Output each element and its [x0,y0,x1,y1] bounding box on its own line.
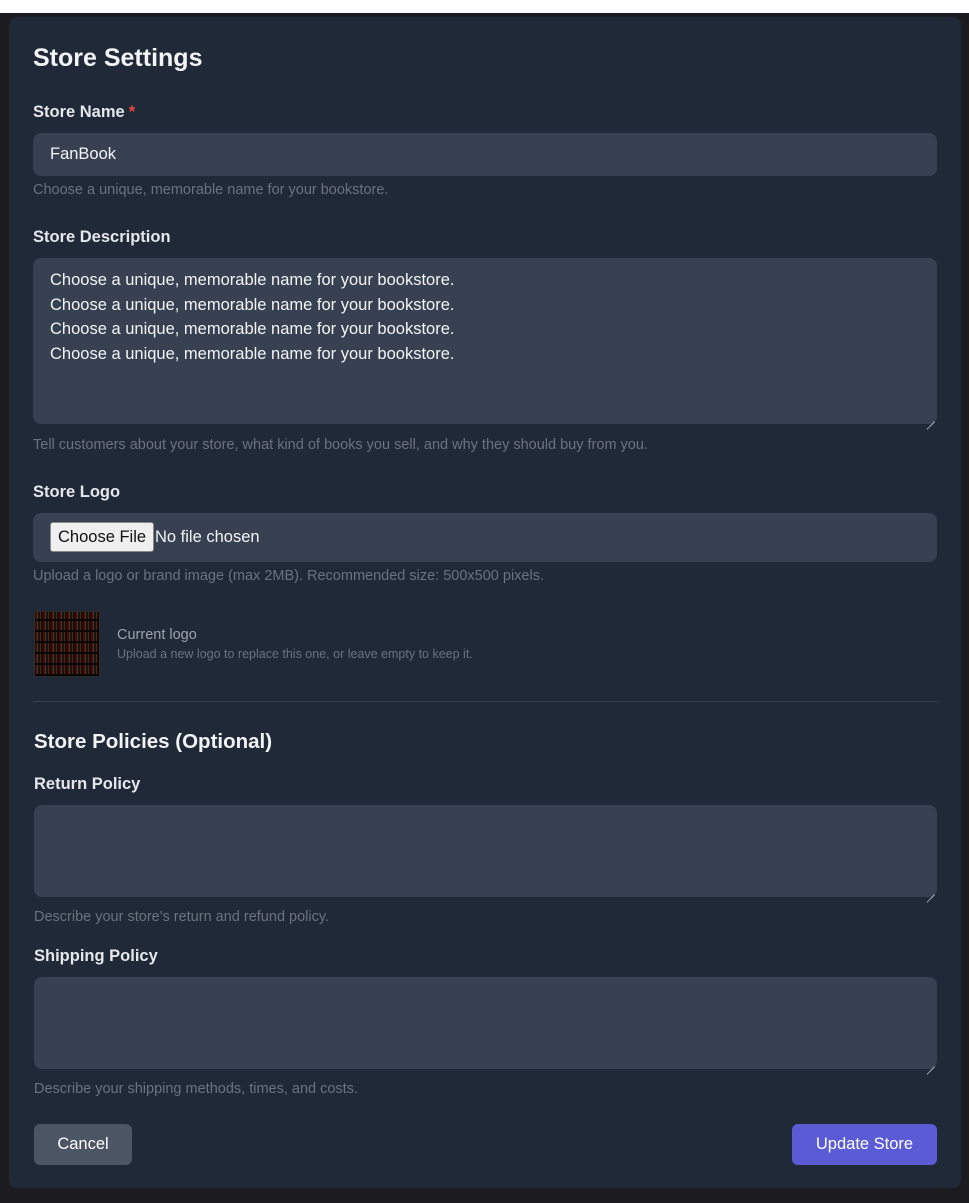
current-logo-hint: Upload a new logo to replace this one, o… [117,647,473,661]
choose-file-button[interactable]: Choose File [50,522,155,552]
current-logo-caption: Current logo [117,627,197,643]
store-name-label: Store Name * [33,103,135,122]
store-name-label-text: Store Name [33,103,125,121]
section-divider [33,701,937,702]
store-logo-help: Upload a logo or brand image (max 2MB). … [33,568,544,584]
shipping-policy-help: Describe your shipping methods, times, a… [34,1081,358,1097]
resize-grip-icon[interactable] [926,1058,935,1067]
resize-grip-icon[interactable] [926,886,935,895]
cancel-button[interactable]: Cancel [34,1124,132,1165]
return-policy-help: Describe your store's return and refund … [34,909,330,925]
store-description-help: Tell customers about your store, what ki… [33,437,648,453]
store-logo-file-input[interactable]: Choose File No file chosen [33,513,937,562]
page-title: Store Settings [33,44,203,72]
file-status: No file chosen [155,528,260,546]
resize-grip-icon[interactable] [926,413,935,422]
store-description-text: Choose a unique, memorable name for your… [50,271,455,364]
current-logo-image [34,611,100,677]
store-settings-card: Store Settings Store Name * FanBook Choos… [9,17,961,1188]
return-policy-label: Return Policy [34,775,141,793]
required-marker: * [128,103,136,121]
return-policy-textarea[interactable] [34,805,937,897]
shipping-policy-textarea[interactable] [34,977,937,1069]
store-name-help: Choose a unique, memorable name for your… [33,182,389,198]
store-description-label: Store Description [33,228,171,246]
shipping-policy-label: Shipping Policy [34,947,158,965]
policies-section-title: Store Policies (Optional) [34,730,273,753]
update-store-button[interactable]: Update Store [792,1124,937,1165]
store-logo-label: Store Logo [33,483,121,501]
store-name-input[interactable]: FanBook [33,133,937,176]
store-description-textarea[interactable]: Choose a unique, memorable name for your… [33,258,937,424]
